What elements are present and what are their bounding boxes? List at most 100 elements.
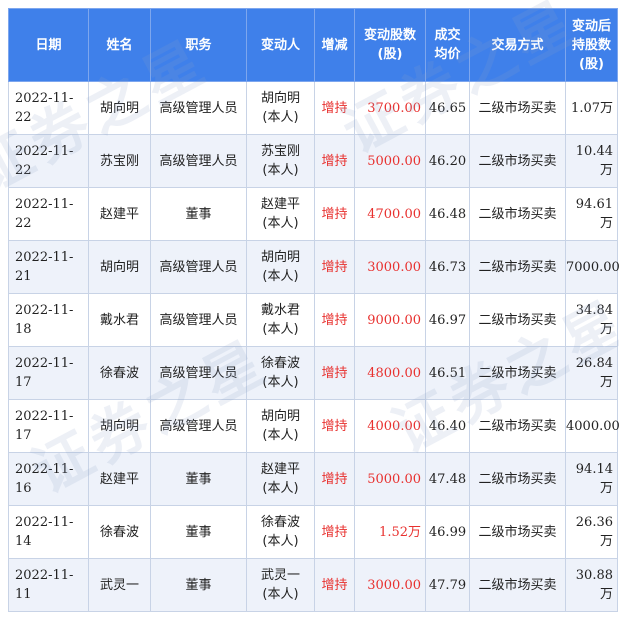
column-header-holding-after: 变动后 持股数 (股)	[565, 8, 618, 82]
cell-direction: 增持	[314, 505, 355, 559]
cell-method: 二级市场买卖	[469, 293, 566, 347]
column-header-name: 姓名	[88, 8, 151, 82]
cell-avg-price: 46.40	[425, 399, 470, 453]
cell-line: 戴水君	[260, 303, 300, 318]
cell-name: 徐春波	[88, 346, 151, 400]
cell-direction: 增持	[314, 558, 355, 612]
cell-changer: 胡向明 (本人)	[246, 81, 315, 135]
table-row: 2022-11-17 胡向明 高级管理人员 胡向明 (本人) 增持 4000.00 46.40…	[8, 399, 619, 453]
cell-line: (本人)	[262, 534, 299, 549]
insider-trading-table: 日期 姓名 职务 变动人 增减 变动股数 (股) 成交 均价 交易方式 变动后 持股数 (股) 2022…	[8, 8, 619, 612]
cell-name: 武灵一	[88, 558, 151, 612]
cell-direction: 增持	[314, 134, 355, 188]
cell-position: 高级管理人员	[150, 81, 247, 135]
cell-date: 2022-11-17	[8, 346, 89, 400]
cell-method: 二级市场买卖	[469, 505, 566, 559]
column-header-line: 变动股数	[363, 28, 416, 43]
column-header-position: 职务	[150, 8, 247, 82]
cell-changer: 徐春波 (本人)	[246, 346, 315, 400]
table-body: 2022-11-22 胡向明 高级管理人员 胡向明 (本人) 增持 3700.00 46.65…	[8, 81, 619, 612]
cell-avg-price: 46.73	[425, 240, 470, 294]
cell-avg-price: 47.48	[425, 452, 470, 506]
cell-method: 二级市场买卖	[469, 346, 566, 400]
cell-changer: 赵建平 (本人)	[246, 187, 315, 241]
cell-change-shares: 3700.00	[354, 81, 426, 135]
cell-change-shares: 5000.00	[354, 452, 426, 506]
cell-avg-price: 46.20	[425, 134, 470, 188]
table-row: 2022-11-22 苏宝刚 高级管理人员 苏宝刚 (本人) 增持 5000.00 46.20…	[8, 134, 618, 188]
cell-line: (本人)	[262, 216, 299, 231]
cell-date: 2022-11-16	[8, 452, 89, 506]
cell-position: 高级管理人员	[150, 346, 247, 400]
cell-changer: 胡向明 (本人)	[246, 399, 315, 453]
column-header-line: 交易方式	[491, 37, 544, 53]
cell-name: 徐春波	[88, 505, 151, 559]
cell-line: (本人)	[262, 428, 299, 443]
cell-line: (本人)	[262, 269, 299, 284]
table-row: 2022-11-14 徐春波 董事 徐春波 (本人) 增持 1.52万 46.99 二级市场买卖…	[8, 505, 618, 559]
cell-method: 二级市场买卖	[469, 558, 566, 612]
cell-method: 二级市场买卖	[469, 134, 566, 188]
cell-name: 胡向明	[88, 81, 151, 135]
column-header-line: 持股数	[571, 37, 611, 53]
column-header-line: 变动后	[571, 18, 611, 34]
column-header-method: 交易方式	[469, 8, 566, 82]
cell-change-shares: 3000.00	[354, 240, 426, 294]
cell-method: 二级市场买卖	[469, 452, 566, 506]
cell-name: 胡向明	[88, 399, 151, 453]
cell-method: 二级市场买卖	[469, 81, 566, 135]
cell-direction: 增持	[314, 187, 355, 241]
cell-line: 武灵一	[260, 568, 300, 583]
column-header-line: 成交	[434, 28, 461, 43]
column-header-line: 增减	[321, 37, 348, 53]
cell-date: 2022-11-11	[8, 558, 89, 612]
table-row: 2022-11-21 胡向明 高级管理人员 胡向明 (本人) 增持 3000.00 46.73…	[8, 240, 619, 294]
cell-holding-after: 26.84万	[565, 346, 618, 400]
cell-name: 赵建平	[88, 452, 151, 506]
cell-direction: 增持	[314, 81, 355, 135]
cell-line: (本人)	[262, 163, 299, 178]
cell-holding-after: 26.36万	[565, 505, 618, 559]
table-row: 2022-11-16 赵建平 董事 赵建平 (本人) 增持 5000.00 47.48 二级市场…	[8, 452, 618, 506]
cell-holding-after: 4000.00	[565, 399, 619, 453]
cell-method: 二级市场买卖	[469, 399, 566, 453]
cell-change-shares: 4000.00	[354, 399, 426, 453]
cell-direction: 增持	[314, 240, 355, 294]
cell-line: 赵建平	[260, 197, 300, 212]
cell-changer: 徐春波 (本人)	[246, 505, 315, 559]
table-header: 日期 姓名 职务 变动人 增减 变动股数 (股) 成交 均价 交易方式 变动后 持股数 (股)	[8, 8, 618, 82]
cell-change-shares: 9000.00	[354, 293, 426, 347]
cell-line: 胡向明	[260, 409, 300, 424]
cell-position: 董事	[150, 452, 247, 506]
cell-line: (本人)	[262, 375, 299, 390]
cell-line: (本人)	[262, 481, 299, 496]
cell-changer: 赵建平 (本人)	[246, 452, 315, 506]
cell-holding-after: 34.84万	[565, 293, 618, 347]
cell-date: 2022-11-21	[8, 240, 89, 294]
table-row: 2022-11-18 戴水君 高级管理人员 戴水君 (本人) 增持 9000.00 46.97…	[8, 293, 618, 347]
column-header-avg-price: 成交 均价	[425, 8, 470, 82]
cell-line: 苏宝刚	[260, 144, 300, 159]
cell-line: (本人)	[262, 587, 299, 602]
cell-date: 2022-11-22	[8, 134, 89, 188]
cell-name: 赵建平	[88, 187, 151, 241]
cell-holding-after: 94.61万	[565, 187, 618, 241]
cell-position: 高级管理人员	[150, 293, 247, 347]
cell-holding-after: 7000.00	[565, 240, 619, 294]
cell-avg-price: 46.65	[425, 81, 470, 135]
cell-method: 二级市场买卖	[469, 187, 566, 241]
cell-line: 徐春波	[260, 356, 300, 371]
cell-holding-after: 10.44万	[565, 134, 618, 188]
cell-position: 董事	[150, 505, 247, 559]
column-header-line: 姓名	[106, 37, 133, 53]
cell-method: 二级市场买卖	[469, 240, 566, 294]
column-header-line: (股)	[377, 47, 403, 62]
cell-avg-price: 46.48	[425, 187, 470, 241]
cell-change-shares: 3000.00	[354, 558, 426, 612]
cell-name: 胡向明	[88, 240, 151, 294]
cell-line: (本人)	[262, 110, 299, 125]
cell-position: 高级管理人员	[150, 134, 247, 188]
table-row: 2022-11-22 赵建平 董事 赵建平 (本人) 增持 4700.00 46.48 二级市场…	[8, 187, 618, 241]
cell-date: 2022-11-18	[8, 293, 89, 347]
cell-change-shares: 1.52万	[354, 505, 426, 559]
